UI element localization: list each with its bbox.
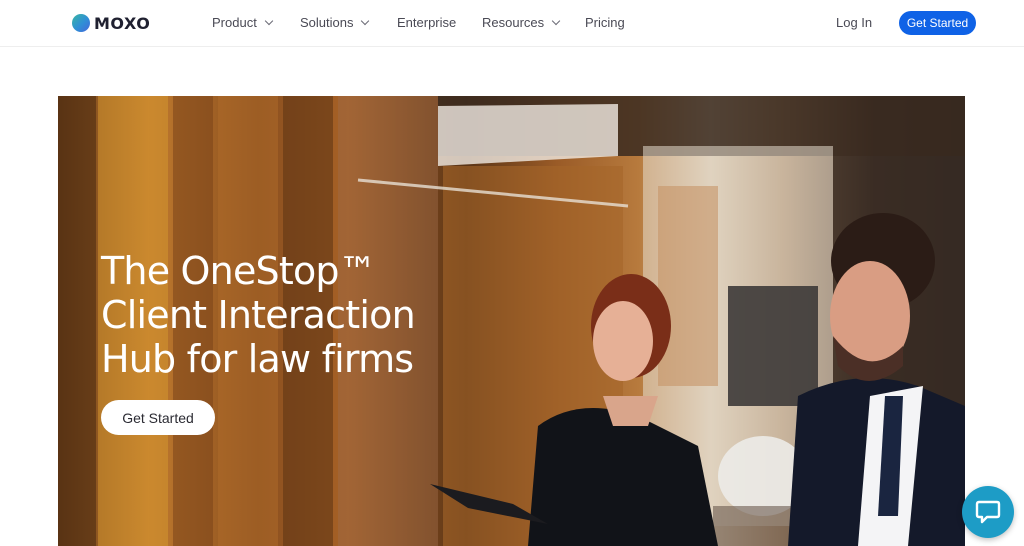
nav-pricing[interactable]: Pricing bbox=[585, 15, 625, 30]
hero-title-line: Hub for law firms bbox=[101, 337, 414, 381]
get-started-button-hero[interactable]: Get Started bbox=[101, 400, 215, 435]
nav-pricing-label: Pricing bbox=[585, 15, 625, 30]
logo-text: MOXO bbox=[94, 13, 151, 33]
chat-bubble-icon bbox=[975, 500, 1001, 524]
get-started-button-header[interactable]: Get Started bbox=[899, 11, 976, 35]
chevron-down-icon bbox=[551, 16, 561, 25]
chevron-down-icon bbox=[361, 16, 370, 25]
hero-banner: The OneStop™ Client Interaction Hub for … bbox=[58, 96, 965, 546]
login-link[interactable]: Log In bbox=[836, 15, 872, 30]
nav-enterprise[interactable]: Enterprise bbox=[397, 15, 456, 30]
chat-widget-button[interactable] bbox=[962, 486, 1014, 538]
nav-resources[interactable]: Resources bbox=[482, 15, 561, 30]
hero-title: The OneStop™ Client Interaction Hub for … bbox=[101, 249, 461, 381]
nav-solutions-label: Solutions bbox=[300, 15, 354, 30]
moxo-logo[interactable]: MOXO bbox=[72, 13, 150, 33]
hero-title-line: Client Interaction bbox=[101, 293, 416, 337]
nav-solutions[interactable]: Solutions bbox=[300, 15, 370, 30]
nav-product-label: Product bbox=[212, 15, 257, 30]
nav-resources-label: Resources bbox=[482, 15, 545, 30]
chevron-down-icon bbox=[264, 16, 274, 25]
nav-product[interactable]: Product bbox=[212, 15, 274, 30]
site-header: MOXO Product Solutions Enterprise Resour… bbox=[0, 0, 1024, 47]
hero-title-line: The OneStop™ bbox=[101, 249, 377, 293]
logo-mark-icon bbox=[72, 14, 90, 32]
nav-enterprise-label: Enterprise bbox=[397, 15, 457, 30]
